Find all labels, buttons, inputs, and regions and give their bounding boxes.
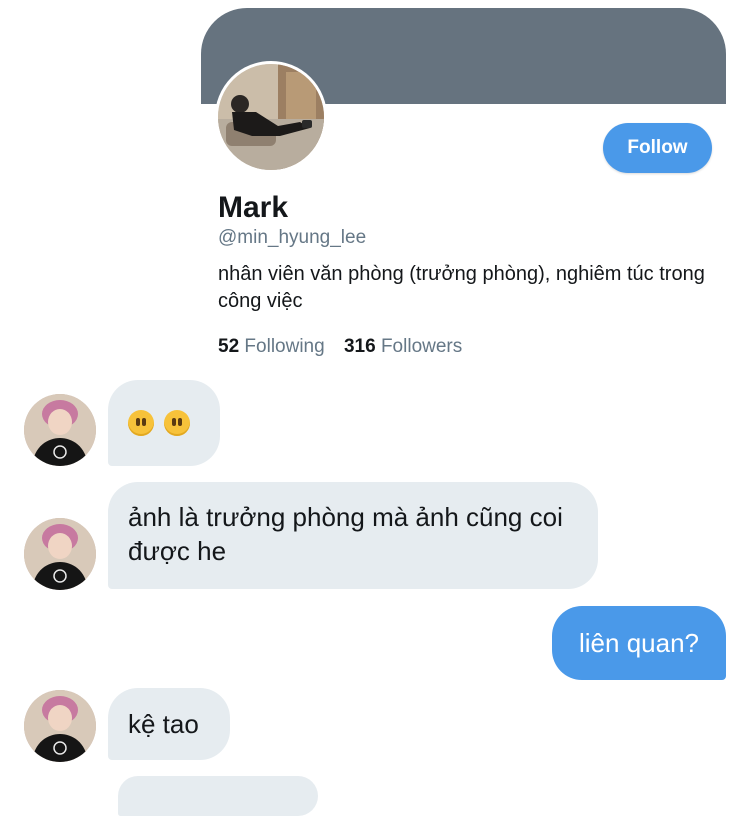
message-text: liên quan? [579, 628, 699, 658]
followers-stat[interactable]: 316 Followers [344, 336, 462, 357]
profile-card: Follow Mark @min_hyung_lee nhân viên văn… [201, 8, 726, 370]
message-bubble-partial[interactable] [118, 776, 318, 816]
message-text: kệ tao [128, 709, 199, 739]
profile-stats: 52 Following 316 Followers [218, 336, 476, 358]
message-text: ảnh là trưởng phòng mà ảnh cũng coi được… [128, 502, 563, 566]
display-name: Mark [218, 191, 289, 224]
username[interactable]: @min_hyung_lee [218, 227, 366, 249]
followers-label: Followers [380, 336, 463, 357]
message-bubble-outgoing[interactable]: liên quan? [552, 606, 726, 680]
profile-avatar[interactable] [215, 61, 327, 173]
profile-bio: nhân viên văn phòng (trưởng phòng), nghi… [218, 263, 705, 312]
hushed-face-icon [164, 410, 190, 436]
followers-count: 316 [343, 336, 376, 357]
sender-photo [24, 394, 96, 466]
sender-avatar[interactable] [24, 394, 96, 466]
message-bubble[interactable]: kệ tao [108, 688, 230, 760]
message-bubble[interactable] [108, 380, 220, 466]
sender-avatar[interactable] [24, 518, 96, 590]
message-bubble[interactable]: ảnh là trưởng phòng mà ảnh cũng coi được… [108, 482, 598, 589]
sender-avatar[interactable] [24, 690, 96, 762]
following-stat[interactable]: 52 Following [218, 336, 325, 357]
following-count: 52 [218, 336, 240, 357]
following-label: Following [244, 336, 325, 357]
hushed-face-icon [128, 410, 154, 436]
sender-photo [24, 518, 96, 590]
follow-button[interactable]: Follow [603, 123, 712, 173]
sender-photo [24, 690, 96, 762]
profile-photo [218, 64, 324, 170]
